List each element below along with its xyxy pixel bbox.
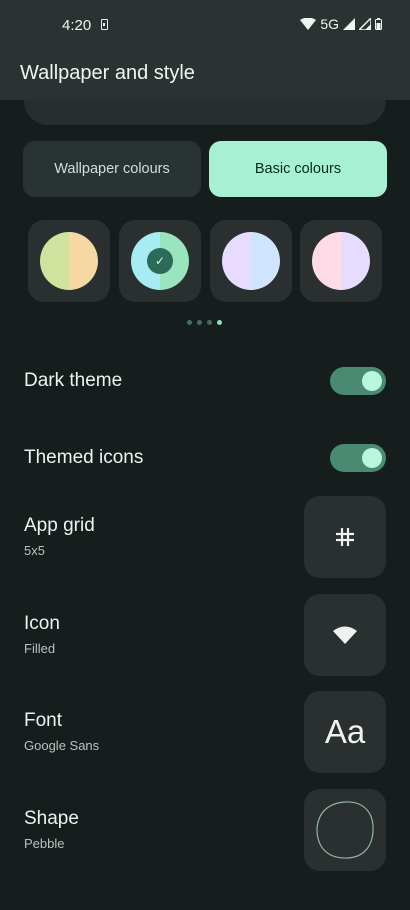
tab-basic-colours[interactable]: Basic colours: [209, 141, 387, 197]
colour-swatch-2[interactable]: ✓: [119, 220, 201, 302]
network-type: 5G: [320, 16, 339, 32]
themed-icons-label: Themed icons: [24, 447, 144, 468]
swatch-circle: [312, 232, 370, 290]
app-grid-value: 5x5: [24, 543, 45, 558]
toggle-knob: [362, 371, 382, 391]
colour-swatch-list: ✓: [28, 220, 388, 302]
page-dot: [187, 320, 192, 325]
app-grid-button[interactable]: [304, 496, 386, 578]
pebble-shape-icon: [316, 801, 374, 859]
battery-icon: [375, 18, 382, 30]
font-preview: Aa: [324, 713, 366, 750]
shape-button[interactable]: [304, 789, 386, 871]
dark-theme-toggle[interactable]: [330, 367, 386, 395]
wifi-icon: [333, 626, 357, 644]
sim-card-icon: [101, 19, 108, 30]
colour-swatch-4[interactable]: [300, 220, 382, 302]
swatch-right-half: [69, 232, 98, 290]
font-label: Font: [24, 710, 63, 731]
dark-theme-label: Dark theme: [24, 370, 123, 391]
toggle-knob: [362, 448, 382, 468]
wifi-status-icon: [300, 18, 317, 30]
swatch-left-half: [312, 232, 341, 290]
colour-tabs: Wallpaper colours Basic colours: [23, 141, 387, 197]
colour-swatch-1[interactable]: [28, 220, 110, 302]
colour-swatch-3[interactable]: [210, 220, 292, 302]
shape-value: Pebble: [24, 836, 65, 851]
swatch-right-half: [251, 232, 280, 290]
page-title: Wallpaper and style: [20, 62, 195, 84]
icon-style-label: Icon: [24, 613, 60, 634]
checkmark-icon: ✓: [147, 248, 173, 274]
themed-icons-toggle[interactable]: [330, 444, 386, 472]
icon-style-button[interactable]: [304, 594, 386, 676]
page-indicator: [187, 320, 222, 326]
signal-secondary-icon: [359, 18, 371, 30]
app-grid-label: App grid: [24, 515, 95, 536]
swatch-circle: [40, 232, 98, 290]
page-dot-active: [217, 320, 222, 325]
grid-icon: [336, 528, 354, 546]
app-header: 4:20 5G Wallpaper and style: [0, 0, 410, 100]
status-time: 4:20: [62, 17, 92, 34]
swatch-left-half: [40, 232, 69, 290]
swatch-right-half: [341, 232, 370, 290]
status-bar-right: 5G: [300, 16, 382, 32]
font-button[interactable]: Aa: [304, 691, 386, 773]
shape-label: Shape: [24, 808, 79, 829]
signal-icon: [343, 18, 355, 30]
swatch-circle: [222, 232, 280, 290]
page-dot: [197, 320, 202, 325]
page-dot: [207, 320, 212, 325]
swatch-left-half: [222, 232, 251, 290]
preview-card-bottom[interactable]: [24, 100, 386, 125]
icon-style-value: Filled: [24, 641, 56, 656]
swatch-circle: ✓: [131, 232, 189, 290]
tab-wallpaper-colours[interactable]: Wallpaper colours: [23, 141, 201, 197]
font-value: Google Sans: [24, 738, 100, 753]
